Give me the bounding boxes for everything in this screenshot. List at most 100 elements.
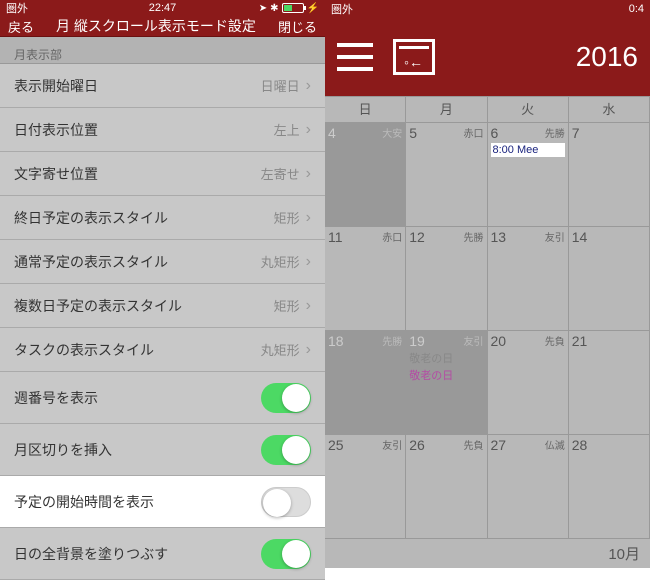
row-value: 矩形 — [274, 296, 300, 315]
week-row: 11赤口12先勝13友引14 — [325, 226, 650, 330]
toggle-switch[interactable] — [261, 383, 311, 413]
day-cell[interactable]: 25友引 — [325, 435, 406, 538]
rokuyou-label: 先負 — [545, 333, 565, 348]
rokuyou-label: 先勝 — [464, 229, 484, 244]
day-cell[interactable]: 20先負 — [488, 331, 569, 434]
status-time: 22:47 — [0, 2, 325, 14]
status-bar-right: 圏外 0:4 — [325, 0, 650, 18]
day-cell[interactable]: 28 — [569, 435, 650, 538]
rokuyou-label: 先勝 — [382, 333, 402, 348]
row-label: 週番号を表示 — [14, 388, 261, 408]
day-cell[interactable]: 5赤口 — [406, 123, 487, 226]
row-label: 通常予定の表示スタイル — [14, 252, 261, 272]
rokuyou-label: 友引 — [545, 229, 565, 244]
day-cell[interactable]: 27仏滅 — [488, 435, 569, 538]
day-number: 21 — [572, 333, 646, 349]
day-cell[interactable]: 4大安 — [325, 123, 406, 226]
row-value: 日曜日 — [261, 76, 300, 95]
day-cell[interactable]: 21 — [569, 331, 650, 434]
toggle-switch[interactable] — [261, 435, 311, 465]
settings-row[interactable]: タスクの表示スタイル丸矩形› — [0, 328, 325, 372]
holiday-label: 敬老の日 — [409, 367, 483, 383]
row-label: 終日予定の表示スタイル — [14, 208, 274, 228]
chevron-right-icon: › — [306, 297, 311, 315]
day-header-row: 日月火水 — [325, 96, 650, 122]
rokuyou-label: 仏滅 — [545, 437, 565, 452]
row-label: 複数日予定の表示スタイル — [14, 296, 274, 316]
day-header-cell: 月 — [406, 97, 487, 122]
row-value: 矩形 — [274, 208, 300, 227]
settings-row[interactable]: 通常予定の表示スタイル丸矩形 › — [0, 240, 325, 284]
day-number: 14 — [572, 229, 646, 245]
row-value: 丸矩形 — [261, 252, 300, 271]
calendar-panel: 圏外 0:4 ◦← 2016 日月火水 4大安5赤口6先勝8:00 Mee711… — [325, 0, 650, 568]
row-label: 日の全背景を塗りつぶす — [14, 544, 261, 564]
rokuyou-label: 先負 — [464, 437, 484, 452]
row-label: 予定の開始時間を表示 — [14, 492, 261, 512]
nav-bar: 戻る 月 縦スクロール表示モード設定 閉じる — [0, 16, 325, 37]
event-chip[interactable]: 8:00 Mee — [491, 143, 565, 157]
close-button[interactable]: 閉じる — [278, 17, 317, 36]
rokuyou-label: 友引 — [464, 333, 484, 348]
row-value: 丸矩形 — [261, 340, 300, 359]
day-header-cell: 日 — [325, 97, 406, 122]
settings-row[interactable]: 文字寄せ位置左寄せ › — [0, 152, 325, 196]
rokuyou-label: 赤口 — [382, 229, 402, 244]
settings-row[interactable]: 週番号を表示 — [0, 372, 325, 424]
toggle-switch[interactable] — [261, 487, 311, 517]
settings-row[interactable]: 予定の開始時間を表示 — [0, 476, 325, 528]
nav-title: 月 縦スクロール表示モード設定 — [34, 16, 278, 36]
rokuyou-label: 友引 — [382, 437, 402, 452]
year-label[interactable]: 2016 — [576, 41, 638, 73]
day-number: 7 — [572, 125, 646, 141]
chevron-right-icon: › — [306, 165, 311, 183]
settings-panel: 圏外 22:47 ➤ ✱ ⚡ 戻る 月 縦スクロール表示モード設定 閉じる 月表… — [0, 0, 325, 568]
calendar-grid: 4大安5赤口6先勝8:00 Mee711赤口12先勝13友引1418先勝19友引… — [325, 122, 650, 538]
row-label: 日付表示位置 — [14, 120, 274, 140]
chevron-right-icon: › — [306, 121, 311, 139]
settings-row[interactable]: 日付表示位置左上 › — [0, 108, 325, 152]
battery-icon — [282, 3, 304, 13]
holiday-label: 敬老の日 — [409, 350, 483, 366]
settings-row[interactable]: 月区切りを挿入 — [0, 424, 325, 476]
row-label: 文字寄せ位置 — [14, 164, 261, 184]
settings-row[interactable]: 複数日予定の表示スタイル矩形 › — [0, 284, 325, 328]
day-header-cell: 火 — [488, 97, 569, 122]
row-value: 左上 — [274, 120, 300, 139]
week-row: 18先勝19友引敬老の日敬老の日20先負21 — [325, 330, 650, 434]
settings-row[interactable]: 終日予定の表示スタイル矩形 › — [0, 196, 325, 240]
day-cell[interactable]: 12先勝 — [406, 227, 487, 330]
today-icon[interactable]: ◦← — [393, 39, 435, 75]
carrier-label: 圏外 — [331, 1, 353, 17]
day-cell[interactable]: 6先勝8:00 Mee — [488, 123, 569, 226]
row-label: 月区切りを挿入 — [14, 440, 261, 460]
back-button[interactable]: 戻る — [8, 17, 34, 36]
day-header-cell: 水 — [569, 97, 650, 122]
day-cell[interactable]: 13友引 — [488, 227, 569, 330]
week-row: 4大安5赤口6先勝8:00 Mee7 — [325, 122, 650, 226]
rokuyou-label: 先勝 — [545, 125, 565, 140]
month-label: 10月 — [325, 538, 650, 568]
menu-icon[interactable] — [337, 43, 373, 71]
settings-row[interactable]: 表示開始曜日日曜日› — [0, 64, 325, 108]
rokuyou-label: 大安 — [382, 125, 402, 140]
day-cell[interactable]: 19友引敬老の日敬老の日 — [406, 331, 487, 434]
day-cell[interactable]: 11赤口 — [325, 227, 406, 330]
rokuyou-label: 赤口 — [464, 125, 484, 140]
chevron-right-icon: › — [306, 209, 311, 227]
week-row: 25友引26先負27仏滅28 — [325, 434, 650, 538]
day-cell[interactable]: 18先勝 — [325, 331, 406, 434]
day-cell[interactable]: 7 — [569, 123, 650, 226]
toggle-switch[interactable] — [261, 539, 311, 569]
section-header: 月表示部 — [0, 37, 325, 64]
chevron-right-icon: › — [306, 341, 311, 359]
day-cell[interactable]: 14 — [569, 227, 650, 330]
status-bar-left: 圏外 22:47 ➤ ✱ ⚡ — [0, 0, 325, 16]
calendar-toolbar: ◦← 2016 — [325, 18, 650, 96]
status-time: 0:4 — [629, 3, 644, 15]
day-cell[interactable]: 26先負 — [406, 435, 487, 538]
chevron-right-icon: › — [306, 253, 311, 271]
chevron-right-icon: › — [306, 77, 311, 95]
settings-row[interactable]: 日の全背景を塗りつぶす — [0, 528, 325, 580]
row-value: 左寄せ — [261, 164, 300, 183]
